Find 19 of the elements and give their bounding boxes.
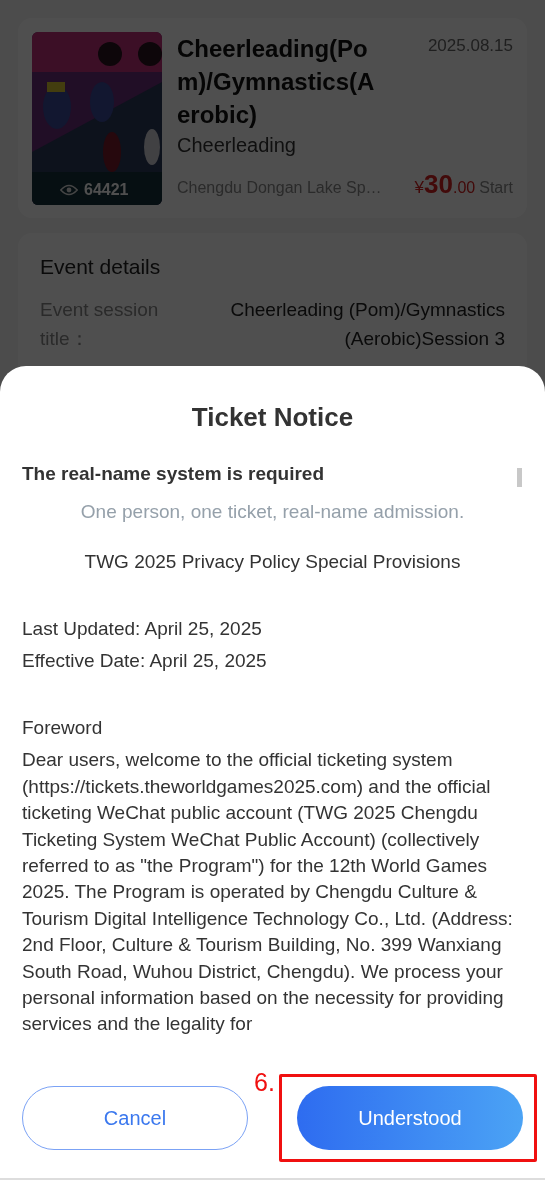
annotation-label: 6. bbox=[254, 1068, 275, 1097]
dialog-title: Ticket Notice bbox=[190, 402, 355, 433]
notice-text: Foreword bbox=[22, 716, 104, 741]
event-category: Cheerleading bbox=[177, 134, 297, 157]
view-count: 64421 bbox=[84, 181, 129, 199]
notice-heading: The real-name system is required bbox=[22, 462, 324, 486]
notice-text: Effective Date: April 25, 2025 bbox=[22, 649, 268, 673]
understood-button[interactable]: Understood bbox=[297, 1086, 523, 1150]
section-heading: Event details bbox=[40, 255, 162, 279]
detail-value: Cheerleading (Pom)/Gymnastics (Aerobic)Session 3 bbox=[229, 298, 505, 351]
cancel-button[interactable]: Cancel bbox=[22, 1086, 248, 1150]
notice-note: One person, one ticket, real-name admission. bbox=[79, 500, 466, 524]
notice-text: Dear users, welcome to the official ticketing system (https://tickets.theworldgames2025.com) and the official ticketing WeChat public account (TWG 2025 Chengdu Ticketing System WeChat Public Account) (collectively referred to as "the Program") for the 12th World Games 2025. The Program is operated by Chengdu Culture & Tourism Digital Intelligence Technology Co., Ltd. (Address: 2nd Floor, Culture & Tourism Building, No. 399 Wanxiang South Road, Wuhou District, Chengdu). We process your personal information based on the necessity for providing services and the legality for bbox=[22, 748, 514, 1037]
notice-text: Last Updated: April 25, 2025 bbox=[22, 617, 263, 641]
scrollbar-thumb[interactable] bbox=[517, 468, 522, 487]
price: ¥30.00 bbox=[414, 169, 476, 200]
event-title: Cheerleading(Pom)/Gymnastics(Aerobic) bbox=[177, 34, 376, 130]
eye-icon bbox=[60, 184, 78, 196]
notice-title: TWG 2025 Privacy Policy Special Provisions bbox=[83, 550, 462, 574]
